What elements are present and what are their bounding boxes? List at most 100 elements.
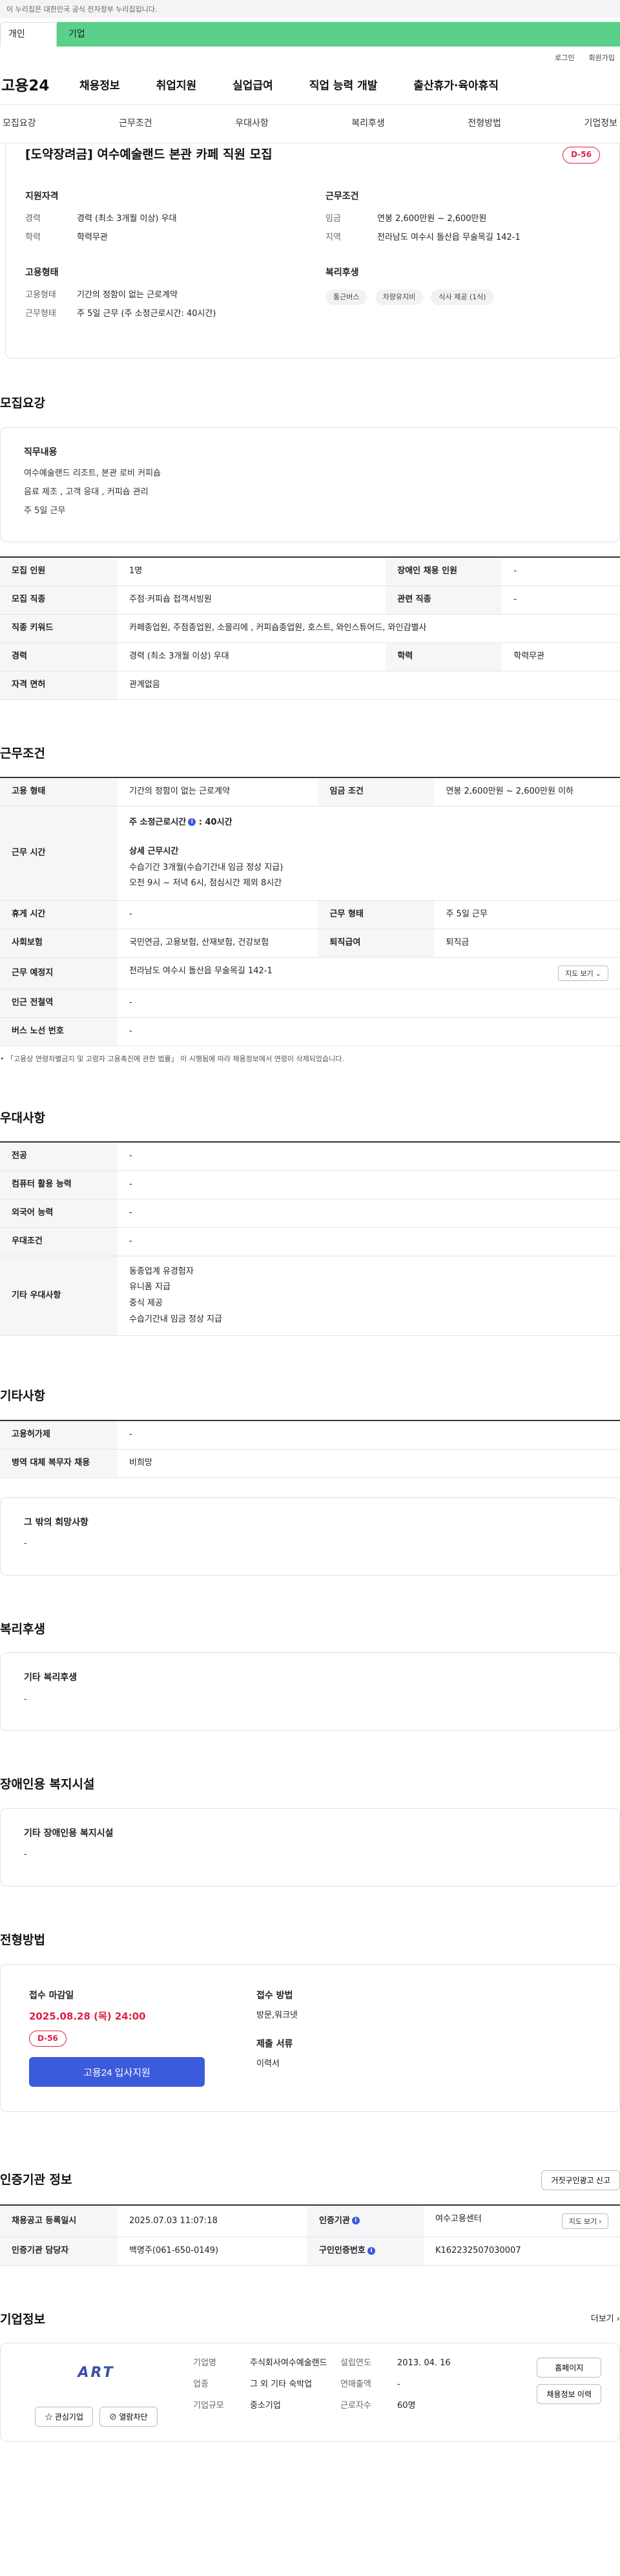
site-logo[interactable]: 고용24 bbox=[0, 76, 79, 97]
cell: 연봉 2,600만원 ~ 2,600만원 이하 bbox=[434, 777, 620, 807]
value: - bbox=[397, 2380, 400, 2390]
value: 경력 (최소 3개월 이상) 우대 bbox=[77, 214, 177, 224]
table-row: 자격 면허 관계없음 bbox=[0, 671, 620, 700]
welfare-card: 기타 복리후생 - bbox=[0, 1652, 620, 1731]
cell: 관련 직종 bbox=[386, 586, 502, 615]
work-hours-label: 주 소정근로시간 bbox=[129, 817, 187, 827]
cell: 근무 형태 bbox=[318, 900, 435, 930]
section-title: 모집요강 bbox=[0, 396, 45, 410]
value: 전라남도 여수시 돌산읍 무술목길 142-1 bbox=[377, 233, 521, 243]
nav-jobs[interactable]: 채용정보 bbox=[79, 78, 120, 94]
pref-line: 동종업계 유경험자 bbox=[129, 1266, 194, 1276]
table-row: 인근 전철역 - bbox=[0, 989, 620, 1018]
agency-table: 채용공고 등록일시 2025.07.03 11:07:18 인증기관 i 여수고용센터 지… bbox=[0, 2204, 620, 2266]
nav-parental-leave[interactable]: 출산휴가·육아휴직 bbox=[413, 78, 499, 94]
company-info-grid: 기업명 주식회사여수예술랜드 설립연도 2013. 04. 16 업종 그 외 기타 … bbox=[193, 2358, 537, 2412]
pref-line: 유니폼 지급 bbox=[129, 1282, 170, 1293]
table-row: 전공 - bbox=[0, 1142, 620, 1172]
docs-value: 이력서 bbox=[256, 2059, 280, 2069]
company-logo: ART bbox=[78, 2365, 115, 2381]
job-title: [도약장려금] 여수예술랜드 본관 카페 직원 모집 bbox=[25, 147, 273, 162]
tab-company[interactable]: 기업 bbox=[57, 22, 620, 47]
favorite-company-button[interactable]: ☆ 관심기업 bbox=[35, 2407, 93, 2427]
method-block: 접수 방법 방문,워크넷 제출 서류 이력서 bbox=[256, 1989, 298, 2087]
cell: 모집 직종 bbox=[0, 586, 118, 615]
more-link[interactable]: 더보기 › bbox=[591, 2314, 620, 2326]
job-history-button[interactable]: 채용정보 이력 bbox=[537, 2384, 601, 2405]
anchor-conditions[interactable]: 근무조건 bbox=[119, 117, 152, 130]
gov-banner: 이 누리집은 대한민국 공식 전자정부 누리집입니다. bbox=[0, 0, 620, 18]
apply-button[interactable]: 고용24 입사지원 bbox=[29, 2057, 205, 2087]
section-title: 기타사항 bbox=[0, 1389, 45, 1404]
cell: 사회보험 bbox=[0, 929, 118, 958]
cell: 여수고용센터 지도 보기 › bbox=[424, 2205, 620, 2238]
cell: 근무 시간 bbox=[0, 806, 118, 902]
cell: 자격 면허 bbox=[0, 671, 118, 700]
anchor-welfare[interactable]: 복리후생 bbox=[351, 117, 385, 130]
value: 60명 bbox=[397, 2401, 416, 2411]
cell: - bbox=[118, 1142, 620, 1172]
section-title: 복리후생 bbox=[0, 1621, 45, 1636]
value: 2013. 04. 16 bbox=[397, 2358, 451, 2369]
cell: 직종 키워드 bbox=[0, 614, 118, 643]
table-row: 모집 직종 주점·커피숍 접객서빙원 관련 직종 - bbox=[0, 586, 620, 615]
block-company-button[interactable]: ⊘ 열람차단 bbox=[99, 2407, 158, 2427]
recruit-table: 모집 인원 1명 장애인 채용 인원 - 모집 직종 주점·커피숍 접객서빙원 관련 직종… bbox=[0, 556, 620, 700]
cell: 근무 예정지 bbox=[0, 957, 118, 990]
cell: 전공 bbox=[0, 1142, 118, 1172]
cell: 기타 우대사항 bbox=[0, 1256, 118, 1336]
anchor-recruit[interactable]: 모집요강 bbox=[3, 117, 36, 130]
welfare-chip: 차량유지비 bbox=[375, 290, 424, 306]
duty-line: 여수예술랜드 리조트, 본관 로비 커피숍 bbox=[24, 468, 161, 478]
anchor-preference[interactable]: 우대사항 bbox=[235, 117, 269, 130]
cell: 인증기관 담당자 bbox=[0, 2237, 118, 2266]
table-row: 휴게 시간 - 근무 형태 주 5일 근무 bbox=[0, 900, 620, 930]
block-icon: ⊘ bbox=[109, 2412, 118, 2422]
homepage-button[interactable]: 홈페이지 bbox=[537, 2358, 601, 2378]
cell: 백명주(061-650-0149) bbox=[118, 2237, 307, 2266]
cell: 퇴직금 bbox=[434, 929, 620, 958]
cell: 고용 형태 bbox=[0, 777, 118, 807]
table-row: 우대조건 - bbox=[0, 1227, 620, 1256]
table-row: 병역 대체 복무자 채용 비희망 bbox=[0, 1449, 620, 1478]
apply-card: 접수 마감일 2025.08.28 (목) 24:00 D-56 고용24 입사… bbox=[0, 1963, 620, 2113]
work-table: 고용 형태 기간의 정함이 없는 근로계약 임금 조건 연봉 2,600만원 ~ 2,… bbox=[0, 777, 620, 1046]
cell: 버스 노선 번호 bbox=[0, 1017, 118, 1046]
value: 주식회사여수예술랜드 bbox=[250, 2358, 327, 2369]
section-title: 장애인용 복지시설 bbox=[0, 1777, 95, 1792]
table-row: 고용허가제 - bbox=[0, 1420, 620, 1450]
tab-personal[interactable]: 개인 bbox=[0, 22, 57, 47]
anchor-process[interactable]: 전형방법 bbox=[468, 117, 501, 130]
card-heading: 기타 장애인용 복지시설 bbox=[24, 1828, 114, 1839]
detail-title: 상세 근무시간 bbox=[129, 846, 179, 856]
signup-link[interactable]: 회원가입 bbox=[589, 53, 615, 63]
table-row: 컴퓨터 활용 능력 - bbox=[0, 1170, 620, 1199]
cell: - bbox=[502, 557, 620, 587]
info-icon[interactable]: i bbox=[351, 2217, 360, 2225]
nav-skills[interactable]: 직업 능력 개발 bbox=[309, 78, 378, 94]
process-section: 전형방법 접수 마감일 2025.08.28 (목) 24:00 D-56 고용… bbox=[0, 1932, 620, 2113]
pref-line: 수습기간내 임금 정상 지급 bbox=[129, 1314, 222, 1324]
label: 설립연도 bbox=[340, 2358, 371, 2369]
location-cell: 전라남도 여수시 돌산읍 무술목길 142-1 지도 보기 ⌄ bbox=[118, 957, 620, 990]
nav-employment-support[interactable]: 취업지원 bbox=[156, 78, 197, 94]
report-button[interactable]: 거짓구인광고 신고 bbox=[541, 2170, 620, 2191]
card-value: - bbox=[24, 1538, 27, 1548]
anchor-company[interactable]: 기업정보 bbox=[584, 117, 617, 130]
wish-card: 그 밖의 희망사항 - bbox=[0, 1497, 620, 1576]
login-link[interactable]: 로그인 bbox=[555, 53, 574, 63]
cell: - bbox=[118, 1017, 620, 1046]
cell: - bbox=[118, 1420, 620, 1450]
map-view-button[interactable]: 지도 보기 ⌄ bbox=[558, 966, 608, 982]
table-row: 버스 노선 번호 - bbox=[0, 1017, 620, 1046]
agency-map-button[interactable]: 지도 보기 › bbox=[561, 2213, 608, 2230]
table-row: 인증기관 담당자 백명주(061-650-0149) 구인인증번호 i K1622325… bbox=[0, 2237, 620, 2266]
info-icon[interactable]: i bbox=[188, 818, 196, 827]
welfare-chip: 식사 제공 (1식) bbox=[431, 290, 494, 306]
cell: 임금 조건 bbox=[318, 777, 435, 807]
label: 경력 bbox=[25, 214, 41, 224]
cell: 기간의 정함이 없는 근로계약 bbox=[118, 777, 318, 807]
info-icon[interactable]: i bbox=[367, 2246, 375, 2255]
nav-unemployment-benefit[interactable]: 실업급여 bbox=[232, 78, 273, 94]
label: 근로자수 bbox=[340, 2401, 371, 2411]
